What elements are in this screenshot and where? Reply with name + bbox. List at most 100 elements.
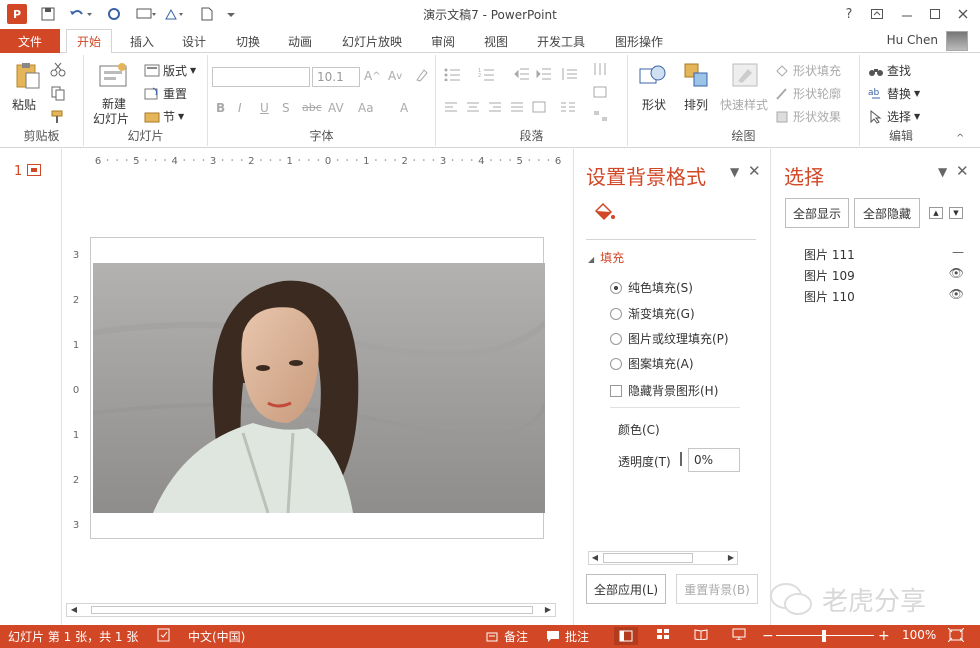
new-slide-label-2[interactable]: 幻灯片: [93, 110, 129, 127]
notes-button[interactable]: 备注: [485, 628, 528, 645]
show-all-button[interactable]: 全部显示: [785, 198, 849, 228]
text-direction-icon[interactable]: [592, 61, 610, 77]
hide-all-button[interactable]: 全部隐藏: [854, 198, 920, 228]
tab-slideshow[interactable]: 幻灯片放映: [336, 29, 408, 53]
selection-item[interactable]: 图片 111: [804, 246, 855, 263]
slideshow-icon[interactable]: [732, 628, 746, 640]
radio-picture-fill[interactable]: 图片或纹理填充(P): [610, 330, 729, 347]
find-button[interactable]: 查找: [868, 62, 911, 79]
reading-view-icon[interactable]: [694, 628, 708, 640]
tab-developer[interactable]: 开发工具: [528, 29, 594, 53]
slide-thumbnail-icon[interactable]: [27, 164, 41, 176]
italic-icon[interactable]: I: [238, 101, 242, 115]
distributed-icon[interactable]: [532, 101, 546, 113]
change-case-icon[interactable]: Aa: [358, 101, 374, 115]
transparency-slider-marker[interactable]: [680, 452, 682, 466]
shapes-icon[interactable]: [638, 61, 668, 91]
font-color-icon[interactable]: A: [400, 101, 408, 115]
zoom-level[interactable]: 100%: [902, 628, 936, 642]
bullets-icon[interactable]: [444, 67, 462, 81]
shapes-button[interactable]: 形状: [642, 96, 666, 113]
scroll-left-icon[interactable]: ◀: [68, 605, 80, 615]
horizontal-scrollbar[interactable]: ◀ ▶: [66, 603, 556, 617]
tab-transitions[interactable]: 切换: [226, 29, 270, 53]
grow-font-icon[interactable]: A ^: [364, 69, 381, 83]
tab-file[interactable]: 文件: [0, 29, 60, 53]
transparency-input[interactable]: 0%: [688, 448, 740, 472]
tab-view[interactable]: 视图: [474, 29, 518, 53]
fill-bucket-tab-icon[interactable]: [592, 201, 616, 226]
cut-icon[interactable]: [50, 61, 66, 77]
replace-button[interactable]: ab 替换 ▼: [868, 85, 920, 102]
paste-button[interactable]: 粘贴: [12, 96, 36, 113]
slide-canvas[interactable]: [90, 237, 545, 539]
ribbon-display-icon[interactable]: [866, 4, 888, 24]
close-format-pane-icon[interactable]: ✕: [748, 162, 761, 180]
user-name[interactable]: Hu Chen: [887, 33, 938, 47]
spell-check-icon[interactable]: [157, 628, 171, 642]
avatar[interactable]: [946, 31, 968, 51]
format-painter-icon[interactable]: [50, 109, 66, 125]
decrease-indent-icon[interactable]: [514, 67, 530, 81]
radio-gradient-fill[interactable]: 渐变填充(G): [610, 305, 695, 322]
apply-to-all-button[interactable]: 全部应用(L): [586, 574, 666, 604]
pane-scrollbar[interactable]: ◀ ▶: [588, 551, 738, 565]
pane-scroll-thumb[interactable]: [603, 553, 693, 563]
normal-view-icon[interactable]: [614, 627, 638, 645]
zoom-out-icon[interactable]: −: [762, 628, 774, 644]
columns-icon[interactable]: [560, 101, 576, 113]
pane-options-icon[interactable]: ▼: [730, 165, 739, 179]
pane-scroll-right-icon[interactable]: ▶: [725, 553, 737, 563]
slide-sorter-icon[interactable]: [656, 628, 670, 640]
close-selection-pane-icon[interactable]: ✕: [956, 162, 969, 180]
pane-scroll-left-icon[interactable]: ◀: [589, 553, 601, 563]
radio-pattern-fill[interactable]: 图案填充(A): [610, 355, 694, 372]
move-up-icon[interactable]: ▲: [929, 207, 943, 219]
char-spacing-icon[interactable]: AV: [328, 101, 344, 115]
paste-icon[interactable]: [12, 61, 42, 91]
align-right-icon[interactable]: [488, 101, 502, 113]
increase-indent-icon[interactable]: [536, 67, 552, 81]
new-slide-icon[interactable]: [98, 61, 128, 91]
selection-item[interactable]: 图片 109: [804, 267, 855, 284]
fill-section-header[interactable]: ◢ 填充: [588, 249, 624, 266]
scroll-right-icon[interactable]: ▶: [542, 605, 554, 615]
font-name-combo[interactable]: [212, 67, 310, 87]
slide-photo[interactable]: [93, 263, 545, 513]
shadow-icon[interactable]: S: [282, 101, 290, 115]
numbering-icon[interactable]: 12: [478, 67, 496, 81]
shape-outline-button[interactable]: 形状轮廓: [774, 85, 841, 102]
line-spacing-icon[interactable]: [560, 67, 578, 81]
visibility-hidden-icon[interactable]: —: [952, 245, 964, 259]
clear-format-icon[interactable]: [414, 67, 430, 83]
bold-icon[interactable]: B: [216, 101, 225, 115]
move-down-icon[interactable]: ▼: [949, 207, 963, 219]
collapse-ribbon-icon[interactable]: ^: [956, 133, 964, 144]
copy-icon[interactable]: [50, 85, 66, 101]
tab-design[interactable]: 设计: [172, 29, 216, 53]
strikethrough-icon[interactable]: abc: [302, 101, 322, 114]
zoom-slider-thumb[interactable]: [822, 630, 826, 642]
slide-number[interactable]: 1: [14, 164, 22, 179]
quick-styles-icon[interactable]: [730, 61, 760, 91]
zoom-in-icon[interactable]: +: [878, 628, 890, 644]
close-window-icon[interactable]: [952, 4, 974, 24]
tab-insert[interactable]: 插入: [120, 29, 164, 53]
visibility-eye-icon[interactable]: 👁: [949, 266, 964, 280]
reset-background-button[interactable]: 重置背景(B): [676, 574, 758, 604]
language-status[interactable]: 中文(中国): [188, 628, 245, 645]
help-icon[interactable]: ?: [838, 4, 860, 24]
quick-styles-button[interactable]: 快速样式: [720, 96, 768, 113]
align-text-icon[interactable]: [592, 85, 610, 99]
layout-button[interactable]: 版式 ▼: [144, 62, 196, 79]
tab-animations[interactable]: 动画: [278, 29, 322, 53]
minimize-icon[interactable]: [896, 4, 918, 24]
select-button[interactable]: 选择 ▼: [868, 108, 920, 125]
comments-button[interactable]: 批注: [546, 628, 589, 645]
arrange-icon[interactable]: [682, 61, 712, 91]
tab-shape-format[interactable]: 图形操作: [604, 29, 674, 53]
shape-effects-button[interactable]: 形状效果: [774, 108, 841, 125]
align-center-icon[interactable]: [466, 101, 480, 113]
font-size-combo[interactable]: 10.1: [312, 67, 360, 87]
fit-slide-icon[interactable]: [948, 628, 964, 642]
